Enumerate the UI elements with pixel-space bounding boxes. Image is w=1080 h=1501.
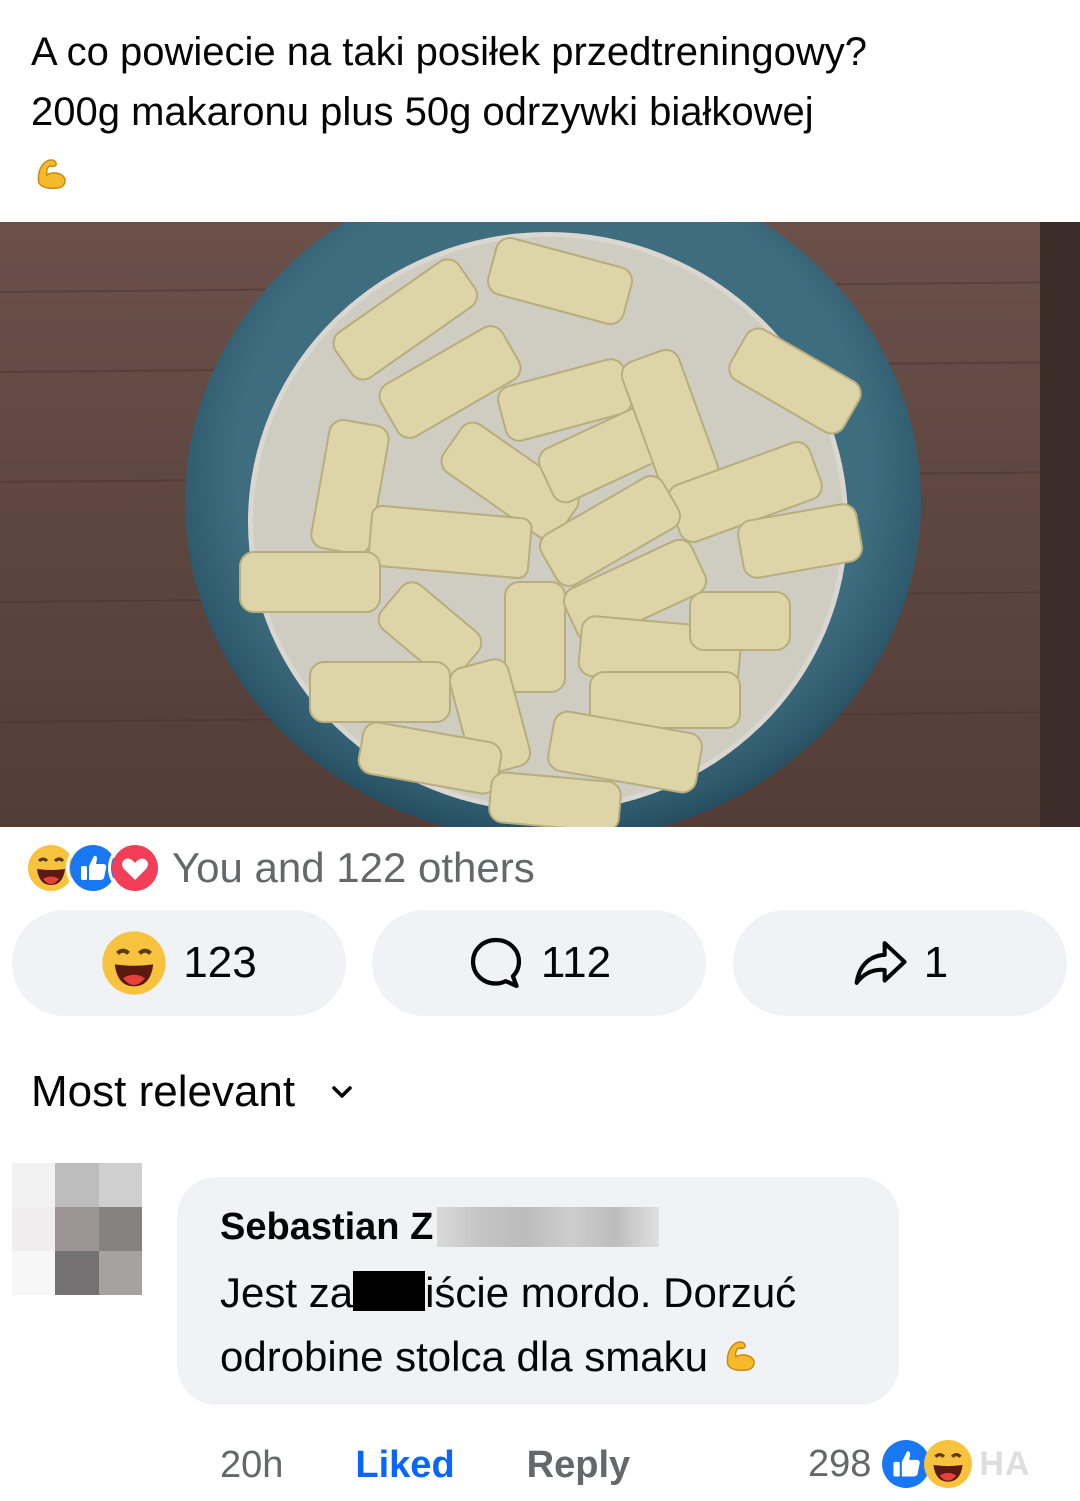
- share-count: 1: [923, 938, 949, 987]
- like-comment-button[interactable]: Liked: [355, 1444, 454, 1487]
- sort-label: Most relevant: [31, 1067, 296, 1116]
- laughing-emoji-icon: [924, 1440, 973, 1488]
- post-text-line-2: 200g makaronu plus 50g odrzywki białkowe…: [31, 90, 814, 134]
- comment-timestamp[interactable]: 20h: [220, 1444, 283, 1487]
- post-photo[interactable]: [0, 222, 1080, 827]
- comment-author[interactable]: Sebastian Z: [220, 1205, 660, 1249]
- comment-text-part-1: Jest za: [220, 1269, 354, 1316]
- redacted-word-bar: [353, 1271, 426, 1311]
- comment-reactions[interactable]: 298 HA: [808, 1434, 1031, 1494]
- comment-icon: [470, 937, 521, 989]
- reply-button[interactable]: Reply: [527, 1444, 630, 1487]
- love-icon: [112, 845, 158, 891]
- flexed-biceps-icon: [37, 159, 66, 190]
- comment-reaction-count: 298: [808, 1442, 872, 1485]
- react-count: 123: [183, 938, 257, 987]
- chevron-down-icon: [332, 1086, 352, 1098]
- comment-count: 112: [540, 938, 612, 987]
- comment-text-part-2: iście mordo. Dorzuć: [425, 1269, 797, 1316]
- reactions-summary[interactable]: You and 122 others: [24, 838, 535, 898]
- post-text: A co powiecie na taki posiłek przedtreni…: [31, 22, 1051, 202]
- reactions-summary-text: You and 122 others: [172, 844, 535, 891]
- comment-sort-dropdown[interactable]: Most relevant: [31, 1062, 355, 1122]
- flexed-biceps-icon: [726, 1341, 755, 1372]
- comment-text: Jest za iście mordo. Dorzuć odrobine stol…: [220, 1261, 880, 1389]
- comment-actions: 20h Liked Reply: [220, 1440, 630, 1490]
- laughing-emoji-icon: [102, 931, 166, 995]
- comment-text-line-2: odrobine stolca dla smaku: [220, 1333, 708, 1380]
- comment-author-name: Sebastian Z: [220, 1205, 434, 1248]
- share-button[interactable]: 1: [733, 910, 1067, 1016]
- redacted-name-blur: [437, 1207, 660, 1247]
- avatar[interactable]: [12, 1163, 142, 1295]
- comment-bubble[interactable]: Sebastian Z Jest za iście mordo. Dorzuć o…: [177, 1177, 899, 1405]
- share-arrow-icon: [854, 941, 907, 985]
- comment-button[interactable]: 112: [372, 910, 706, 1016]
- react-button[interactable]: 123: [12, 910, 346, 1016]
- watermark-text: HA: [979, 1444, 1031, 1483]
- post-text-line-1: A co powiecie na taki posiłek przedtreni…: [31, 30, 868, 74]
- reaction-icons: [24, 841, 162, 895]
